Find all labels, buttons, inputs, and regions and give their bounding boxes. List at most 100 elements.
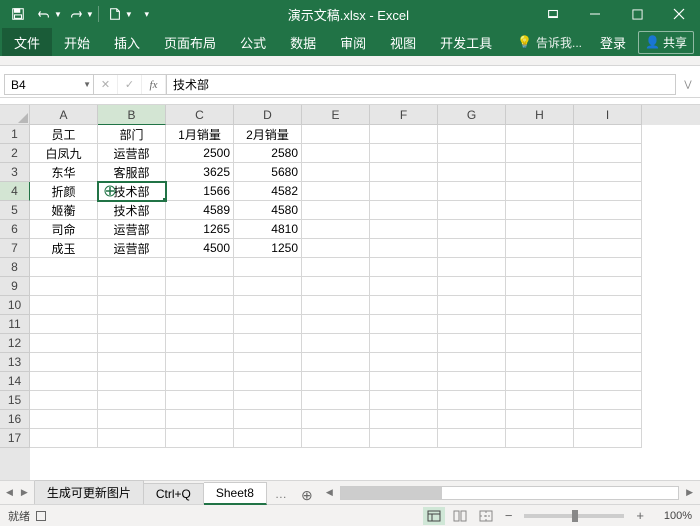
cell[interactable] (438, 334, 506, 353)
column-header[interactable]: A (30, 105, 98, 125)
cell[interactable] (574, 277, 642, 296)
column-header[interactable]: B (98, 105, 166, 125)
macro-record-icon[interactable] (36, 511, 46, 521)
cell[interactable] (30, 334, 98, 353)
cell[interactable]: 1250 (234, 239, 302, 258)
cells-area[interactable]: 员工部门1月销量2月销量白凤九运营部25002580东华客服部36255680折… (30, 125, 700, 480)
tab-developer[interactable]: 开发工具 (428, 28, 504, 56)
horizontal-scrollbar[interactable]: ◀ ▶ (319, 481, 700, 504)
cell[interactable] (438, 220, 506, 239)
cell[interactable]: 1566 (166, 182, 234, 201)
column-header[interactable]: D (234, 105, 302, 125)
close-button[interactable] (658, 0, 700, 28)
row-header[interactable]: 17 (0, 429, 30, 448)
cell[interactable]: 运营部 (98, 220, 166, 239)
accept-formula-button[interactable]: ✓ (118, 75, 142, 94)
cell[interactable] (370, 334, 438, 353)
cell[interactable]: 4589 (166, 201, 234, 220)
cell[interactable] (574, 144, 642, 163)
column-header[interactable]: C (166, 105, 234, 125)
cell[interactable]: 4810 (234, 220, 302, 239)
cell[interactable] (302, 296, 370, 315)
row-header[interactable]: 8 (0, 258, 30, 277)
undo-dropdown-icon[interactable]: ▼ (54, 10, 62, 19)
column-header[interactable]: H (506, 105, 574, 125)
cell[interactable] (438, 315, 506, 334)
redo-button[interactable] (64, 2, 88, 26)
cell[interactable] (166, 429, 234, 448)
add-sheet-button[interactable]: ⊕ (295, 487, 319, 504)
cell[interactable] (98, 334, 166, 353)
cell[interactable] (370, 125, 438, 144)
insert-function-button[interactable]: fx (142, 75, 166, 94)
cell[interactable] (30, 391, 98, 410)
cell[interactable] (506, 220, 574, 239)
cell[interactable] (370, 391, 438, 410)
cell[interactable] (574, 391, 642, 410)
cell[interactable] (506, 410, 574, 429)
cell[interactable] (234, 372, 302, 391)
cell[interactable] (438, 372, 506, 391)
cell[interactable] (370, 239, 438, 258)
cell[interactable] (506, 334, 574, 353)
cell[interactable]: 2580 (234, 144, 302, 163)
row-header[interactable]: 13 (0, 353, 30, 372)
cell[interactable] (574, 296, 642, 315)
cell[interactable]: 部门 (98, 125, 166, 144)
fill-handle[interactable] (162, 197, 166, 201)
cell[interactable] (370, 201, 438, 220)
cell[interactable] (574, 315, 642, 334)
cell[interactable] (166, 277, 234, 296)
cell[interactable] (98, 277, 166, 296)
cell[interactable] (438, 182, 506, 201)
cell[interactable] (234, 334, 302, 353)
row-header[interactable]: 3 (0, 163, 30, 182)
zoom-slider[interactable] (524, 514, 624, 518)
tab-insert[interactable]: 插入 (102, 28, 152, 56)
cell[interactable] (574, 220, 642, 239)
cell[interactable] (574, 125, 642, 144)
tab-formulas[interactable]: 公式 (228, 28, 278, 56)
cell[interactable]: 4582 (234, 182, 302, 201)
cell[interactable] (234, 296, 302, 315)
ribbon-options-button[interactable] (532, 0, 574, 28)
login-button[interactable]: 登录 (592, 33, 634, 52)
tab-page-layout[interactable]: 页面布局 (152, 28, 228, 56)
row-header[interactable]: 7 (0, 239, 30, 258)
cell[interactable] (574, 353, 642, 372)
cancel-formula-button[interactable]: ✕ (94, 75, 118, 94)
cell[interactable]: 4580 (234, 201, 302, 220)
cell[interactable] (574, 258, 642, 277)
sheet-tab-2[interactable]: Ctrl+Q (144, 483, 204, 504)
cell[interactable] (506, 239, 574, 258)
name-box[interactable]: B4 ▼ (4, 74, 94, 95)
cell[interactable] (166, 258, 234, 277)
tab-review[interactable]: 审阅 (328, 28, 378, 56)
cell[interactable] (370, 429, 438, 448)
cell[interactable] (574, 201, 642, 220)
cell[interactable] (302, 334, 370, 353)
select-all-corner[interactable] (0, 105, 30, 125)
row-header[interactable]: 1 (0, 125, 30, 144)
hscroll-right-icon[interactable]: ▶ (683, 487, 696, 498)
cell[interactable] (166, 410, 234, 429)
cell[interactable] (302, 277, 370, 296)
undo-button[interactable] (32, 2, 56, 26)
cell[interactable] (166, 372, 234, 391)
cell[interactable] (370, 372, 438, 391)
cell[interactable] (234, 429, 302, 448)
cell[interactable] (30, 353, 98, 372)
view-normal-button[interactable] (423, 507, 445, 525)
cell[interactable] (234, 353, 302, 372)
cell[interactable] (370, 182, 438, 201)
cell[interactable] (98, 296, 166, 315)
spreadsheet-grid[interactable]: ABCDEFGHI 1234567891011121314151617 员工部门… (0, 104, 700, 480)
sheet-tab-1[interactable]: 生成可更新图片 (35, 480, 144, 504)
cell[interactable] (302, 429, 370, 448)
cell[interactable] (506, 201, 574, 220)
cell[interactable] (166, 391, 234, 410)
hscroll-track[interactable] (340, 486, 679, 500)
sheet-nav-next-icon[interactable]: ▶ (21, 487, 28, 498)
qat-customize-icon[interactable]: ▾ (135, 2, 159, 26)
cell[interactable] (506, 125, 574, 144)
